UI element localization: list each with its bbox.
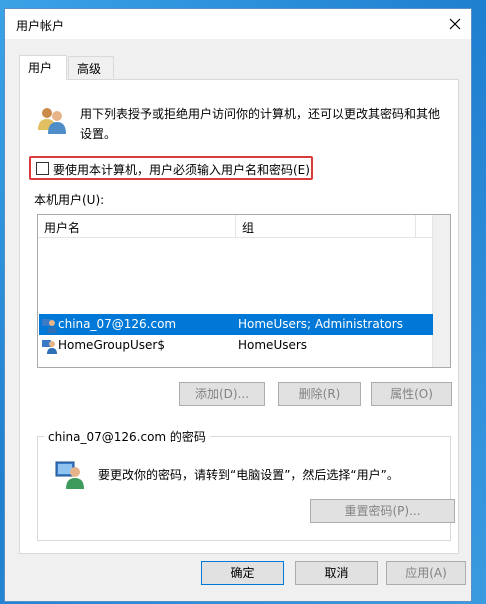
password-group-legend: china_07@126.com 的密码 bbox=[44, 428, 210, 445]
ok-button[interactable]: 确定 bbox=[201, 561, 284, 585]
users-icon bbox=[38, 108, 66, 134]
users-tab-panel: 用下列表授予或拒绝用户访问你的计算机，还可以更改其密码和其他设置。 要使用本计算… bbox=[19, 79, 459, 554]
user-icon bbox=[42, 340, 57, 354]
description-text: 用下列表授予或拒绝用户访问你的计算机，还可以更改其密码和其他设置。 bbox=[80, 107, 441, 141]
tab-advanced-label: 高级 bbox=[77, 62, 102, 76]
password-group: china_07@126.com 的密码 要更改你的密码，请转到“电脑设置”，然… bbox=[37, 428, 455, 541]
vertical-scrollbar[interactable] bbox=[432, 215, 450, 367]
remove-user-button[interactable]: 删除(R) bbox=[278, 382, 361, 406]
users-list[interactable]: 用户名 组 china_07@126.com HomeUsers; Admini… bbox=[37, 214, 451, 368]
users-list-header: 用户名 组 bbox=[38, 215, 433, 238]
apply-button[interactable]: 应用(A) bbox=[386, 561, 466, 585]
properties-button[interactable]: 属性(O) bbox=[371, 382, 452, 406]
tab-users-label: 用户 bbox=[28, 61, 53, 75]
table-row[interactable]: HomeGroupUser$ HomeUsers bbox=[39, 335, 433, 356]
user-icon bbox=[42, 319, 57, 333]
table-row[interactable]: china_07@126.com HomeUsers; Administrato… bbox=[39, 314, 433, 335]
user-group: HomeUsers bbox=[238, 338, 308, 352]
password-instructions: 要更改你的密码，请转到“电脑设置”，然后选择“用户”。 bbox=[98, 468, 399, 482]
user-group: HomeUsers; Administrators bbox=[238, 317, 403, 331]
column-username[interactable]: 用户名 bbox=[44, 219, 80, 236]
reset-password-button[interactable]: 重置密码(P)... bbox=[310, 499, 455, 523]
user-password-icon bbox=[55, 461, 84, 489]
window-title: 用户帐户 bbox=[16, 19, 65, 33]
local-users-label: 本机用户(U): bbox=[34, 193, 105, 207]
must-login-checkbox[interactable] bbox=[36, 162, 49, 175]
tab-users[interactable]: 用户 bbox=[19, 55, 67, 80]
close-icon[interactable] bbox=[445, 14, 465, 34]
user-name: china_07@126.com bbox=[58, 317, 177, 331]
add-user-button[interactable]: 添加(D)... bbox=[179, 382, 265, 406]
user-name: HomeGroupUser$ bbox=[58, 338, 165, 352]
title-bar[interactable]: 用户帐户 bbox=[5, 9, 471, 39]
cancel-button[interactable]: 取消 bbox=[295, 561, 378, 585]
column-divider[interactable] bbox=[235, 215, 236, 237]
tab-advanced[interactable]: 高级 bbox=[68, 56, 114, 78]
column-divider[interactable] bbox=[415, 215, 416, 237]
must-login-highlight: 要使用本计算机，用户必须输入用户名和密码(E) bbox=[29, 156, 313, 180]
user-accounts-dialog: 用户帐户 用户 高级 用下列表授予或拒绝用户访问你的计算机，还可以更改其密码和其… bbox=[4, 8, 472, 602]
must-login-label[interactable]: 要使用本计算机，用户必须输入用户名和密码(E) bbox=[53, 161, 310, 178]
column-group[interactable]: 组 bbox=[242, 219, 254, 236]
